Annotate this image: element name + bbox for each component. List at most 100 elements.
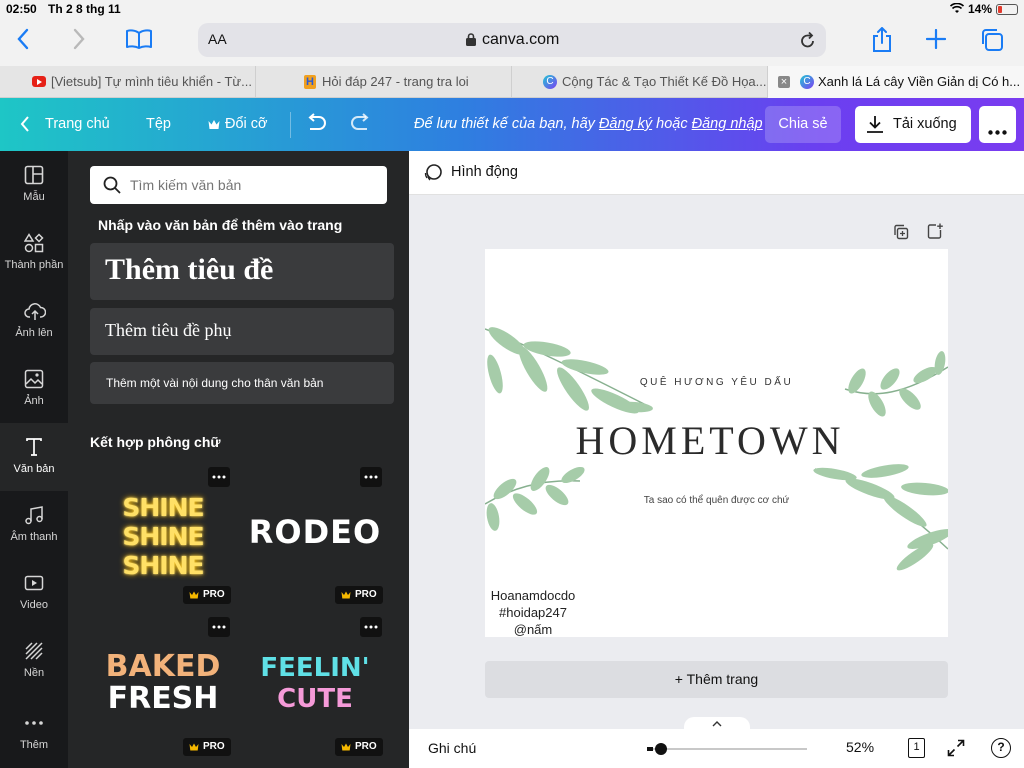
rail-item-more[interactable]: Thêm (0, 699, 68, 767)
tabs-overview-icon[interactable] (980, 28, 1004, 57)
combo-line: BAKED (105, 649, 221, 684)
close-tab-icon[interactable]: × (778, 76, 790, 88)
combo-line: SHINE (122, 551, 204, 580)
home-button[interactable]: Trang chủ (45, 98, 110, 151)
rail-item-background[interactable]: Nền (0, 627, 68, 695)
save-prompt-or: hoặc (656, 116, 688, 132)
more-horizontal-icon (364, 475, 378, 479)
duplicate-page-icon[interactable] (893, 224, 909, 245)
notes-button[interactable]: Ghi chú (428, 740, 476, 756)
combo-preview-feelin: FEELIN' CUTE (242, 653, 388, 715)
combo-more-button[interactable] (360, 467, 382, 487)
share-button[interactable]: Chia sẻ (765, 106, 841, 143)
add-body-button[interactable]: Thêm một vài nội dung cho thân văn bản (90, 362, 394, 404)
font-combo-card[interactable]: RODEO PRO (242, 467, 392, 605)
reload-icon[interactable] (800, 31, 816, 54)
safari-toolbar: AA canva.com (0, 20, 1024, 66)
rail-label: Ảnh (24, 395, 44, 407)
pro-badge: PRO (183, 586, 231, 604)
more-icon (25, 721, 43, 725)
rail-item-photos[interactable]: Ảnh (0, 355, 68, 423)
share-icon[interactable] (872, 26, 892, 58)
browser-tab-active[interactable]: × C Xanh lá Lá cây Viền Giản dị Có h... (768, 66, 1024, 98)
undo-icon[interactable] (305, 113, 327, 138)
combo-line: SHINE (122, 522, 204, 551)
fullscreen-icon[interactable] (947, 739, 965, 762)
login-link[interactable]: Đăng nhập (692, 116, 763, 132)
canva-icon: C (800, 75, 814, 89)
page-count-button[interactable]: 1 (908, 738, 925, 758)
design-page[interactable]: QUÊ HƯƠNG YÊU DẤU HOMETOWN Ta sao có thể… (485, 249, 948, 637)
design-kicker[interactable]: QUÊ HƯƠNG YÊU DẤU (485, 377, 948, 388)
font-combo-card[interactable]: SHINE SHINE SHINE PRO (90, 467, 240, 605)
hoidap-icon: H (304, 75, 316, 89)
browser-tab[interactable]: C Cộng Tác & Tạo Thiết Kế Đồ Họa... (512, 66, 768, 98)
combo-preview-rodeo: RODEO (242, 513, 388, 551)
design-title[interactable]: HOMETOWN (485, 417, 935, 464)
add-page-button[interactable]: + Thêm trang (485, 661, 948, 698)
download-button[interactable]: Tải xuống (855, 106, 971, 143)
more-options-button[interactable] (979, 106, 1016, 143)
chevron-left-icon[interactable] (20, 116, 30, 137)
workspace: Hình động QUÊ HƯƠNG YÊU DẤU HOMETOWN Ta … (409, 151, 1024, 768)
browser-tab[interactable]: H Hỏi đáp 247 - trang tra loi (256, 66, 512, 98)
url-text: canva.com (482, 31, 560, 48)
resize-button[interactable]: Đổi cỡ (225, 98, 268, 151)
combo-line: FEELIN' (260, 653, 370, 683)
new-tab-icon[interactable] (925, 28, 947, 54)
wifi-icon (949, 2, 965, 17)
panel-hint: Nhấp vào văn bản để thêm vào trang (98, 217, 343, 233)
battery-percent: 14% (968, 2, 993, 16)
design-subtitle[interactable]: Ta sao có thể quên được cơ chứ (485, 495, 948, 506)
design-credit[interactable]: Hoanamdocdo #hoidap247 @nấm (485, 587, 581, 637)
redo-icon[interactable] (350, 113, 372, 138)
signup-link[interactable]: Đăng ký (599, 116, 652, 132)
rail-item-elements[interactable]: Thành phần (0, 219, 68, 287)
combo-line: CUTE (277, 684, 353, 714)
design-author: Hoanamdocdo (490, 588, 576, 603)
save-prompt: Để lưu thiết kế của bạn, hãy Đăng ký hoặ… (414, 98, 763, 151)
left-rail: Mẫu Thành phần Ảnh lên Ảnh Văn bản Âm th… (0, 151, 68, 768)
pro-label: PRO (203, 741, 225, 752)
rail-label: Nền (23, 667, 45, 679)
combo-more-button[interactable] (360, 617, 382, 637)
address-bar[interactable]: AA canva.com (198, 23, 826, 57)
rail-item-video[interactable]: Video (0, 559, 68, 627)
add-subheading-button[interactable]: Thêm tiêu đề phụ (90, 308, 394, 355)
bottom-bar: Ghi chú 52% 1 ? (409, 729, 1024, 768)
rail-item-audio[interactable]: Âm thanh (0, 491, 68, 559)
pro-label: PRO (355, 741, 377, 752)
text-size-button[interactable]: AA (208, 31, 227, 47)
rail-item-text[interactable]: Văn bản (0, 423, 68, 491)
help-button[interactable]: ? (991, 738, 1011, 758)
search-input[interactable] (130, 166, 380, 204)
zoom-level[interactable]: 52% (846, 739, 874, 755)
combo-more-button[interactable] (208, 617, 230, 637)
divider (290, 112, 291, 138)
forward-icon[interactable] (72, 28, 86, 55)
design-handle: @nấm (513, 622, 553, 637)
add-heading-button[interactable]: Thêm tiêu đề (90, 243, 394, 300)
crown-icon (341, 591, 351, 599)
rail-item-uploads[interactable]: Ảnh lên (0, 287, 68, 355)
pro-label: PRO (203, 589, 225, 600)
canva-icon: C (543, 75, 557, 89)
back-icon[interactable] (16, 28, 30, 55)
rail-label: Thêm (19, 739, 49, 751)
file-menu-button[interactable]: Tệp (146, 98, 171, 151)
browser-tab[interactable]: [Vietsub] Tự mình tiêu khiển - Từ... (0, 66, 256, 98)
add-page-icon[interactable] (927, 223, 943, 244)
text-icon (26, 438, 42, 456)
zoom-slider-thumb[interactable] (655, 743, 667, 755)
battery-icon (996, 4, 1018, 15)
bookmarks-icon[interactable] (126, 29, 152, 54)
rail-item-templates[interactable]: Mẫu (0, 151, 68, 219)
font-combo-card[interactable]: BAKED FRESH PRO (90, 617, 240, 757)
zoom-slider[interactable] (647, 743, 807, 755)
add-body-label: Thêm một vài nội dung cho thân văn bản (106, 376, 324, 390)
combo-more-button[interactable] (208, 467, 230, 487)
search-box[interactable] (90, 166, 387, 204)
font-combo-card[interactable]: FEELIN' CUTE PRO (242, 617, 392, 757)
pro-label: PRO (355, 589, 377, 600)
background-icon (25, 642, 43, 660)
